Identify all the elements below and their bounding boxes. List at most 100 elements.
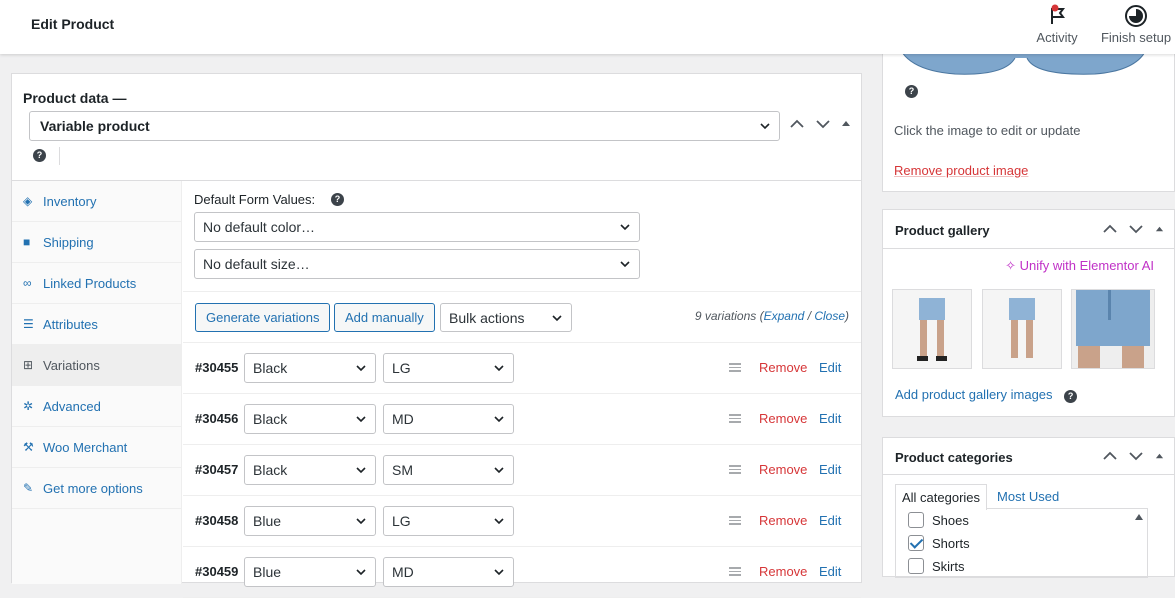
close-link[interactable]: Close [814, 309, 845, 323]
move-up-icon[interactable] [1103, 224, 1117, 234]
category-item[interactable]: Shorts [908, 535, 970, 551]
variation-color-select[interactable]: Black [244, 404, 376, 434]
remove-variation-link[interactable]: Remove [759, 462, 807, 477]
drag-handle-icon[interactable] [729, 363, 741, 372]
product-data-panel: Product data — Variable product ? ◈ Inve… [11, 73, 862, 598]
tag-icon: ◈ [23, 194, 33, 208]
category-checkbox[interactable] [908, 512, 924, 528]
variation-size-value: MD [392, 564, 414, 580]
tab-shipping[interactable]: ■ Shipping [12, 222, 181, 263]
tab-attributes[interactable]: ☰ Attributes [12, 304, 181, 345]
variation-size-value: MD [392, 411, 414, 427]
tab-inventory[interactable]: ◈ Inventory [12, 181, 181, 222]
image-hint: Click the image to edit or update [894, 123, 1081, 138]
variation-size-select[interactable]: SM [383, 455, 514, 485]
variation-color-value: Black [253, 411, 288, 427]
divider [883, 248, 1174, 249]
default-size-select[interactable]: No default size… [194, 249, 640, 279]
expand-link[interactable]: Expand [764, 309, 805, 323]
wrench-icon: ⚒ [23, 440, 34, 454]
gallery-image[interactable] [1071, 289, 1155, 369]
move-up-icon[interactable] [1103, 451, 1117, 461]
edit-variation-link[interactable]: Edit [819, 513, 841, 528]
activity-button[interactable]: Activity [1034, 4, 1080, 45]
variation-size-select[interactable]: LG [383, 506, 514, 536]
category-label: Shoes [932, 512, 969, 528]
variation-size-select[interactable]: MD [383, 404, 514, 434]
category-checklist[interactable]: Shoes Shorts Skirts [895, 508, 1148, 578]
tab-label: Inventory [43, 194, 97, 209]
chevron-down-icon [356, 569, 366, 576]
move-up-icon[interactable] [789, 118, 805, 130]
divider [183, 291, 861, 292]
tab-get-more-options[interactable]: ✎ Get more options [12, 468, 181, 509]
variation-color-select[interactable]: Blue [244, 557, 376, 587]
product-image-box: ? Click the image to edit or update Remo… [882, 40, 1175, 192]
add-gallery-images-link[interactable]: Add product gallery images [895, 387, 1053, 402]
chevron-down-icon [356, 467, 366, 474]
drag-handle-icon[interactable] [729, 465, 741, 474]
variation-color-select[interactable]: Blue [244, 506, 376, 536]
move-down-icon[interactable] [815, 118, 831, 130]
tab-variations[interactable]: ⊞ Variations [12, 345, 181, 386]
help-icon[interactable]: ? [905, 85, 918, 98]
generate-variations-button[interactable]: Generate variations [195, 303, 331, 332]
tab-label: Linked Products [43, 276, 137, 291]
remove-variation-link[interactable]: Remove [759, 411, 807, 426]
bulk-actions-value: Bulk actions [449, 310, 525, 326]
flag-icon [1051, 4, 1065, 24]
chevron-down-icon [494, 467, 504, 474]
collapse-toggle-icon[interactable] [841, 119, 851, 129]
help-icon[interactable]: ? [331, 193, 344, 206]
variation-row[interactable]: #30458 Blue LG Remove Edit [183, 496, 861, 547]
product-type-select[interactable]: Variable product [29, 111, 780, 141]
tab-all-categories[interactable]: All categories [895, 484, 988, 510]
gallery-image[interactable] [892, 289, 972, 369]
variation-row[interactable]: #30456 Black MD Remove Edit [183, 394, 861, 445]
move-down-icon[interactable] [1129, 224, 1143, 234]
remove-variation-link[interactable]: Remove [759, 513, 807, 528]
default-color-select[interactable]: No default color… [194, 212, 640, 242]
product-data-tabs: ◈ Inventory ■ Shipping ∞ Linked Products… [12, 181, 182, 584]
drag-handle-icon[interactable] [729, 414, 741, 423]
bulk-actions-select[interactable]: Bulk actions [440, 303, 572, 332]
remove-product-image-link[interactable]: Remove product image [894, 163, 1028, 178]
add-manually-button[interactable]: Add manually [334, 303, 435, 332]
unify-elementor-ai-link[interactable]: ✧ Unify with Elementor AI [1005, 258, 1154, 274]
tab-woo-merchant[interactable]: ⚒ Woo Merchant [12, 427, 181, 468]
category-item[interactable]: Shoes [908, 512, 969, 528]
variation-size-select[interactable]: MD [383, 557, 514, 587]
collapse-toggle-icon[interactable] [1155, 452, 1164, 461]
finish-setup-button[interactable]: Finish setup [1100, 4, 1172, 45]
collapse-toggle-icon[interactable] [1155, 225, 1164, 234]
variations-count-text: 9 variations [694, 309, 757, 323]
box-controls [1103, 224, 1164, 234]
sparkle-icon: ✧ [1005, 258, 1016, 273]
variation-color-select[interactable]: Black [244, 353, 376, 383]
divider [59, 147, 60, 165]
category-checkbox[interactable] [908, 535, 924, 551]
gallery-image[interactable] [982, 289, 1062, 369]
grid-icon: ⊞ [23, 358, 34, 372]
move-down-icon[interactable] [1129, 451, 1143, 461]
variation-color-select[interactable]: Black [244, 455, 376, 485]
tab-most-used[interactable]: Most Used [991, 484, 1065, 510]
variation-row[interactable]: #30457 Black SM Remove Edit [183, 445, 861, 496]
unify-label: Unify with Elementor AI [1019, 258, 1154, 273]
tab-advanced[interactable]: ✲ Advanced [12, 386, 181, 427]
variation-row[interactable]: #30455 Black LG Remove Edit [183, 343, 861, 394]
progress-circle-icon [1125, 5, 1147, 27]
edit-variation-link[interactable]: Edit [819, 462, 841, 477]
variation-row[interactable]: #30459 Blue MD Remove Edit [183, 547, 861, 598]
scroll-up-icon[interactable] [1135, 514, 1143, 520]
variation-id: #30456 [195, 411, 239, 426]
help-icon[interactable]: ? [33, 149, 46, 162]
tab-linked-products[interactable]: ∞ Linked Products [12, 263, 181, 304]
variation-size-select[interactable]: LG [383, 353, 514, 383]
plugin-icon: ✎ [23, 481, 34, 495]
edit-variation-link[interactable]: Edit [819, 360, 841, 375]
remove-variation-link[interactable]: Remove [759, 360, 807, 375]
drag-handle-icon[interactable] [729, 516, 741, 525]
help-icon[interactable]: ? [1064, 390, 1078, 403]
edit-variation-link[interactable]: Edit [819, 411, 841, 426]
